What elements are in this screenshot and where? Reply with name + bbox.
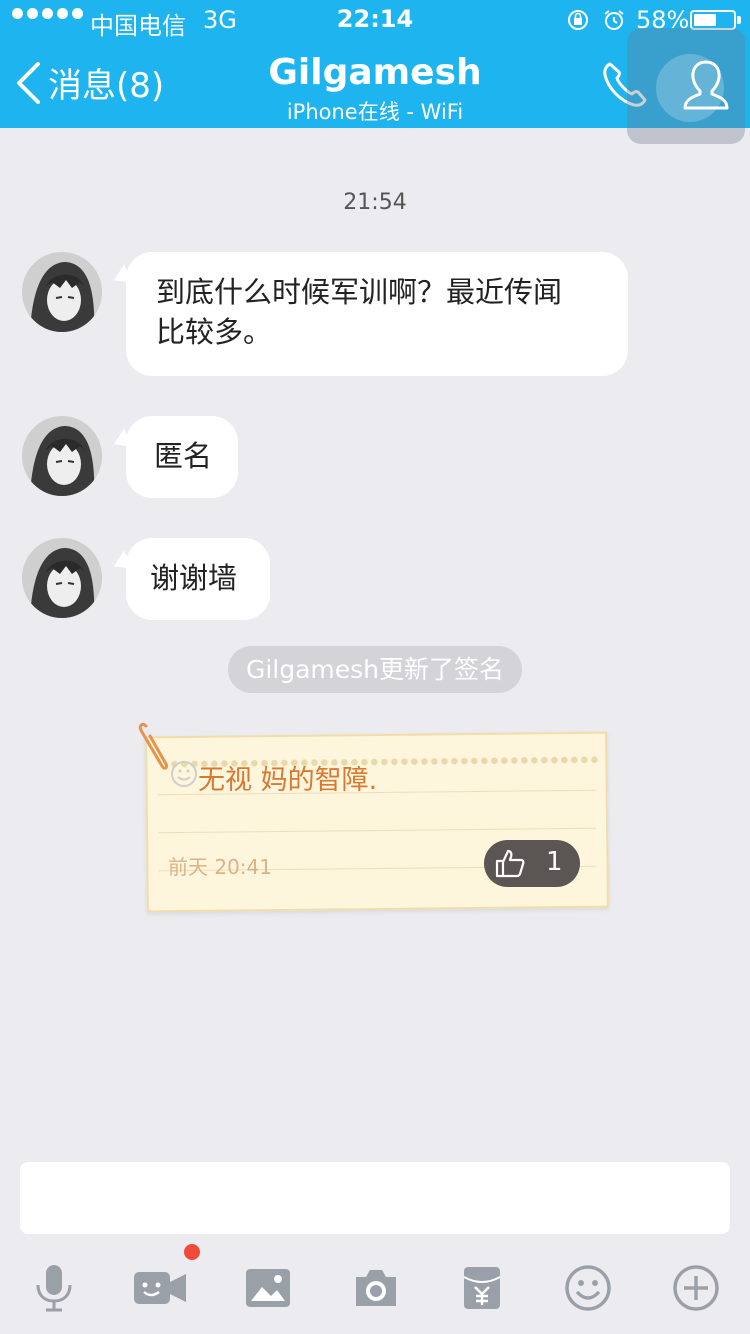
paperclip-icon xyxy=(138,722,168,770)
avatar[interactable] xyxy=(22,252,102,332)
image-icon xyxy=(246,1269,290,1307)
signature-text: 无视 妈的智障. xyxy=(198,765,378,796)
alarm-icon xyxy=(604,10,624,30)
message-bubble[interactable]: 谢谢墙 xyxy=(126,538,270,620)
smiley-icon xyxy=(171,761,197,787)
signature-card[interactable]: 无视 妈的智障. 前天 20:41 1 xyxy=(138,718,618,913)
emoji-button[interactable] xyxy=(560,1260,616,1316)
input-toolbar xyxy=(0,1240,750,1334)
avatar[interactable] xyxy=(22,416,102,496)
camera-icon xyxy=(356,1270,396,1306)
more-button[interactable] xyxy=(668,1260,724,1316)
person-icon[interactable] xyxy=(680,58,732,114)
signature-time: 前天 20:41 xyxy=(168,855,272,879)
notification-badge xyxy=(184,1244,200,1260)
thumbs-up-icon xyxy=(495,849,525,878)
like-button[interactable]: 1 xyxy=(484,840,580,887)
message-text: 谢谢墙 xyxy=(150,561,238,595)
message-text: 到底什么时候军训啊？最近传闻 xyxy=(156,275,563,309)
battery-icon xyxy=(690,10,736,30)
mic-icon xyxy=(36,1265,72,1312)
message-timestamp: 21:54 xyxy=(343,190,407,215)
video-button[interactable] xyxy=(132,1260,188,1316)
red-packet-icon xyxy=(463,1267,501,1309)
message-bubble[interactable]: 匿名 xyxy=(126,416,238,498)
emoji-icon xyxy=(565,1265,611,1311)
avatar[interactable] xyxy=(22,538,102,618)
rotation-lock-icon xyxy=(568,10,588,30)
message-text: 匿名 xyxy=(154,439,213,473)
message-text: 比较多。 xyxy=(156,315,273,349)
message-input[interactable] xyxy=(20,1162,730,1234)
like-count: 1 xyxy=(546,847,563,877)
image-button[interactable] xyxy=(240,1260,296,1316)
voice-button[interactable] xyxy=(26,1260,82,1316)
video-icon xyxy=(134,1272,186,1304)
plus-icon xyxy=(673,1265,719,1311)
system-notice: Gilgamesh更新了签名 xyxy=(228,646,522,693)
red-packet-button[interactable] xyxy=(454,1260,510,1316)
message-bubble[interactable]: 到底什么时候军训啊？最近传闻 比较多。 xyxy=(126,252,628,376)
camera-button[interactable] xyxy=(348,1260,404,1316)
